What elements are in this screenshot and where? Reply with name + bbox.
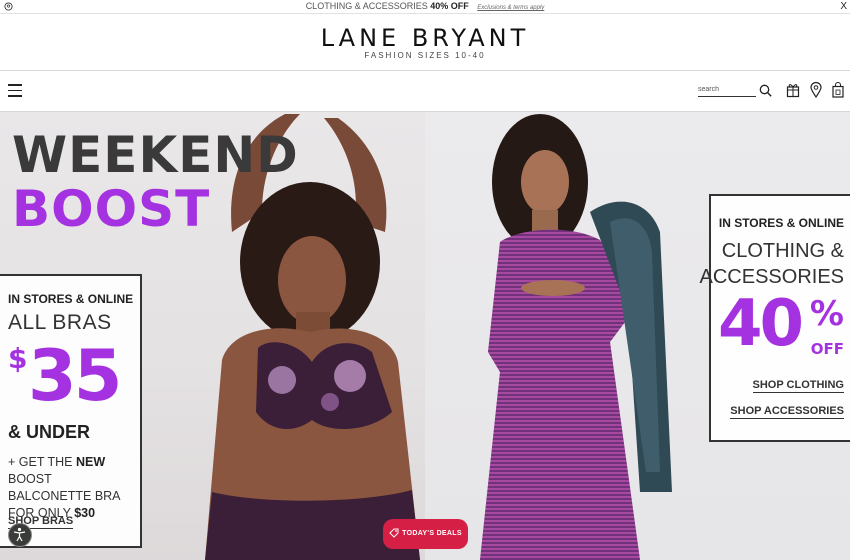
shop-accessories-link[interactable]: SHOP ACCESSORIES [730,405,844,419]
offer-note: + GET THE NEW BOOST BALCONETTE BRA FOR O… [8,454,138,522]
offer-category: ALL BRAS [8,311,112,334]
hero-headline-weekend: WEEKEND [12,126,299,184]
menu-icon[interactable] [8,84,22,97]
todays-deals-button[interactable]: TODAY'S DEALS [383,519,468,549]
model-right-image [480,114,672,560]
offer-category-line-1: CLOTHING & [721,240,844,262]
tag-icon [389,528,399,538]
promo-text: CLOTHING & ACCESSORIES [305,1,428,11]
note-prefix: + GET THE [8,455,73,469]
bra-offer-box: IN STORES & ONLINE ALL BRAS $ 35 & UNDER… [0,274,142,548]
shopping-bag-icon[interactable] [831,82,845,98]
brand-logo[interactable]: LANE BRYANT [0,24,850,52]
promo-terms-link[interactable]: Exclusions & terms apply [477,5,544,11]
shop-clothing-link[interactable]: SHOP CLOTHING [752,379,844,393]
todays-deals-label: TODAY'S DEALS [402,530,462,537]
nav-bar [0,71,850,112]
offer-channel: IN STORES & ONLINE [718,216,844,230]
store-locator-icon[interactable] [809,82,823,98]
close-icon[interactable]: X [840,0,847,13]
offer-category: CLOTHING & ACCESSORIES [700,238,844,290]
accessibility-button[interactable] [8,523,32,547]
price-value: 35 [28,335,122,417]
hero-headline-boost: BOOST [12,180,211,238]
offer-channel: IN STORES & ONLINE [8,292,134,306]
note-middle: BOOST BALCONETTE BRA FOR ONLY [8,472,120,520]
promo-discount: 40% OFF [430,1,469,11]
percent-symbol: % [809,294,844,334]
search-input[interactable] [698,83,756,97]
logo-header: LANE BRYANT FASHION SIZES 10-40 [0,14,850,71]
percent-off: OFF [810,340,844,358]
hero-banner[interactable]: WEEKEND BOOST IN STORES & ONLINE ALL BRA… [0,112,850,560]
price-currency: $ [8,342,28,375]
accessibility-icon [13,527,26,542]
note-strong: NEW [75,455,106,469]
clothing-offer-box: IN STORES & ONLINE CLOTHING & ACCESSORIE… [700,194,850,442]
promo-bar: CLOTHING & ACCESSORIES 40% OFF Exclusion… [0,0,850,14]
gift-icon[interactable] [786,82,800,98]
search-box [698,83,774,99]
note-price: $30 [74,506,96,520]
offer-percent: 40 % OFF [718,288,844,368]
location-pin-icon[interactable] [4,2,13,11]
offer-qualifier: & UNDER [8,422,91,442]
percent-value: 40 [718,287,804,361]
search-icon[interactable] [759,84,772,97]
brand-tagline: FASHION SIZES 10-40 [364,51,486,60]
